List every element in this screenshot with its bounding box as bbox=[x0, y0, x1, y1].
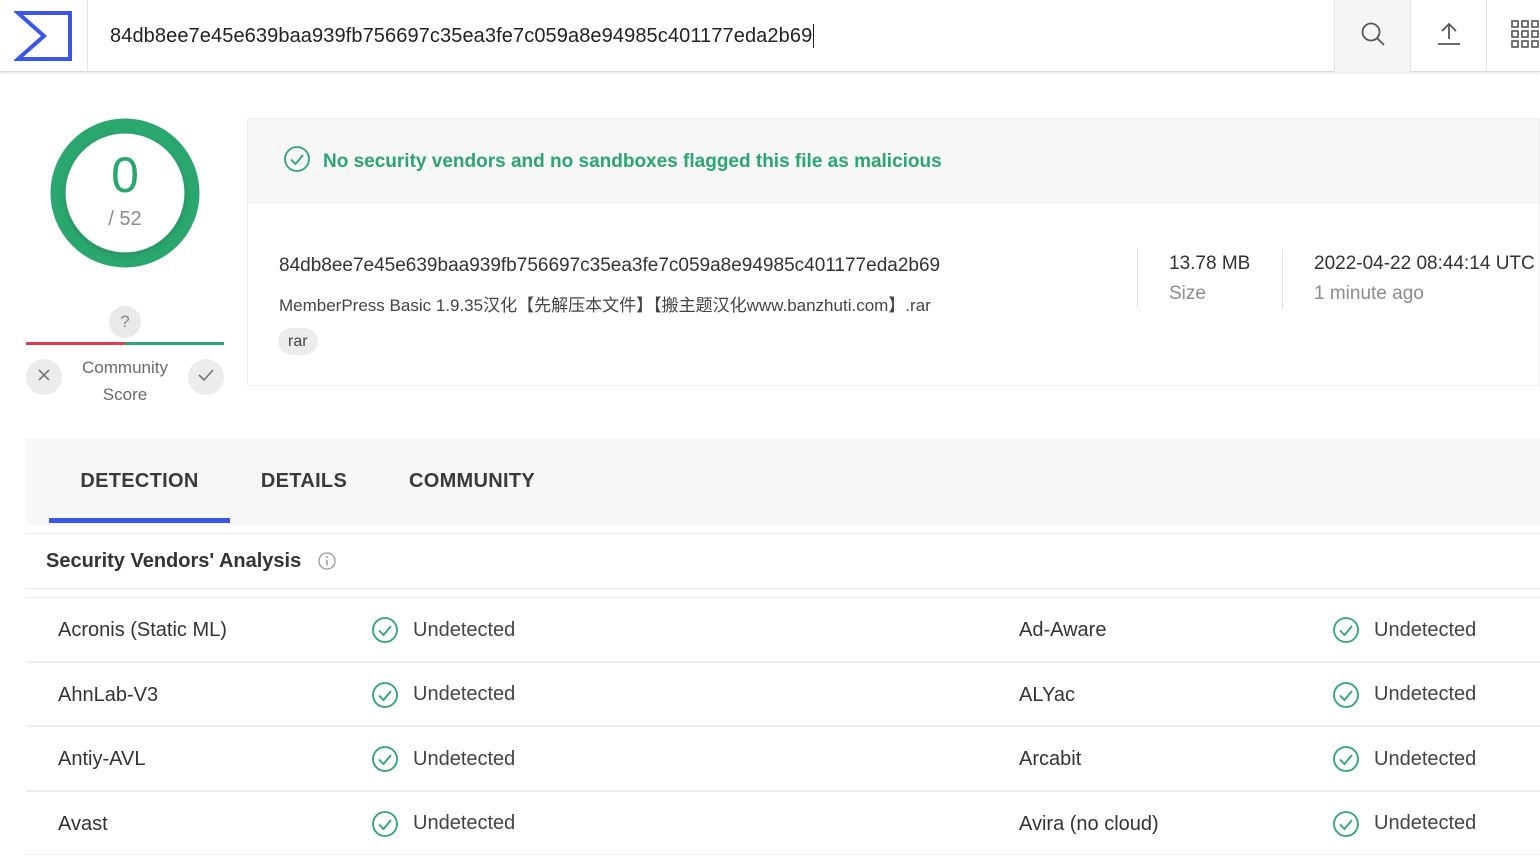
apps-button[interactable] bbox=[1486, 0, 1540, 72]
tab-detection[interactable]: DETECTION bbox=[49, 438, 230, 525]
analysis-date: 2022-04-22 08:44:14 UTC bbox=[1314, 253, 1535, 274]
file-summary-card: No security vendors and no sandboxes fla… bbox=[247, 118, 1540, 386]
detection-total: / 52 bbox=[108, 208, 142, 230]
verdict-text: No security vendors and no sandboxes fla… bbox=[323, 150, 942, 172]
check-circle-icon bbox=[1332, 810, 1360, 838]
vendor-name: Avira (no cloud) bbox=[1019, 812, 1159, 835]
result-text: Undetected bbox=[413, 683, 516, 705]
result-text: Undetected bbox=[1374, 683, 1477, 705]
check-circle-icon bbox=[371, 616, 399, 644]
vendor-result: Undetected bbox=[371, 792, 515, 856]
vote-harmless-button[interactable] bbox=[188, 359, 224, 395]
table-row: Acronis (Static ML) Undetected Ad-Aware … bbox=[26, 597, 1540, 662]
file-size-value: 13.78 MB bbox=[1169, 253, 1251, 274]
vendor-result: Undetected bbox=[1332, 598, 1476, 662]
result-text: Undetected bbox=[413, 812, 516, 834]
detection-count: 0 bbox=[111, 147, 139, 203]
result-text: Undetected bbox=[1374, 618, 1477, 641]
table-row: Avast Undetected Avira (no cloud) Undete… bbox=[26, 790, 1540, 856]
vendor-result: Undetected bbox=[371, 598, 515, 662]
vendor-name: Arcabit bbox=[1019, 748, 1082, 770]
vendor-name: AhnLab-V3 bbox=[58, 683, 159, 706]
table-row: Antiy-AVL Undetected Arcabit Undetected bbox=[26, 726, 1540, 791]
check-circle-icon bbox=[371, 745, 399, 773]
divider bbox=[1137, 249, 1138, 309]
check-circle-icon bbox=[1332, 681, 1360, 709]
table-row: AhnLab-V3 Undetected ALYac Undetected bbox=[26, 661, 1540, 727]
vendor-name: Acronis (Static ML) bbox=[58, 619, 227, 641]
file-type-tag[interactable]: rar bbox=[278, 328, 318, 355]
upload-button[interactable] bbox=[1410, 0, 1486, 72]
result-text: Undetected bbox=[413, 618, 516, 641]
active-tab-indicator bbox=[49, 518, 230, 523]
report-tabs: DETECTION DETAILS COMMUNITY bbox=[26, 438, 1540, 525]
check-circle-icon bbox=[1332, 745, 1360, 773]
upload-icon bbox=[1436, 21, 1462, 52]
section-title: Security Vendors' Analysis bbox=[46, 549, 302, 572]
vote-harmful-button[interactable] bbox=[26, 359, 62, 395]
divider bbox=[1282, 249, 1283, 309]
search-icon bbox=[1360, 21, 1386, 52]
community-score-bar-positive bbox=[125, 342, 224, 345]
check-circle-icon bbox=[1332, 616, 1360, 644]
virustotal-logo-icon[interactable] bbox=[0, 0, 88, 72]
close-icon bbox=[36, 367, 52, 388]
tab-community[interactable]: COMMUNITY bbox=[388, 438, 556, 525]
search-button[interactable] bbox=[1334, 0, 1410, 72]
top-bar: 84db8ee7e45e639baa939fb756697c35ea3fe7c0… bbox=[0, 0, 1540, 72]
vendors-analysis-header: Security Vendors' Analysis bbox=[26, 533, 1540, 589]
tab-details[interactable]: DETAILS bbox=[240, 438, 368, 525]
community-score-value: ? bbox=[109, 306, 141, 338]
community-score: ? Community Score bbox=[26, 300, 226, 410]
vendor-result: Undetected bbox=[1332, 727, 1476, 791]
analysis-relative-time: 1 minute ago bbox=[1314, 283, 1424, 304]
info-icon[interactable] bbox=[317, 551, 337, 571]
vendor-result: Undetected bbox=[1332, 663, 1476, 727]
file-hash: 84db8ee7e45e639baa939fb756697c35ea3fe7c0… bbox=[279, 255, 941, 276]
verdict-banner: No security vendors and no sandboxes fla… bbox=[248, 119, 1539, 204]
text-caret bbox=[813, 24, 815, 48]
search-input[interactable]: 84db8ee7e45e639baa939fb756697c35ea3fe7c0… bbox=[88, 0, 1334, 72]
vendor-result: Undetected bbox=[1332, 792, 1476, 856]
file-size-label: Size bbox=[1169, 283, 1206, 304]
vendors-table: Acronis (Static ML) Undetected Ad-Aware … bbox=[26, 597, 1540, 855]
check-icon bbox=[197, 367, 215, 388]
check-circle-icon bbox=[283, 145, 311, 178]
result-text: Undetected bbox=[413, 747, 516, 770]
vendor-name: Ad-Aware bbox=[1019, 619, 1107, 641]
check-circle-icon bbox=[371, 810, 399, 838]
search-input-value: 84db8ee7e45e639baa939fb756697c35ea3fe7c0… bbox=[110, 24, 813, 47]
vendor-result: Undetected bbox=[371, 727, 515, 791]
vendor-name: ALYac bbox=[1019, 683, 1075, 706]
community-score-label: Community Score bbox=[82, 358, 168, 404]
detection-score: 0 / 52 bbox=[50, 118, 200, 268]
vendor-name: Antiy-AVL bbox=[58, 748, 146, 770]
vendor-name: Avast bbox=[58, 812, 108, 835]
file-name: MemberPress Basic 1.9.35汉化【先解压本文件】【搬主题汉化… bbox=[279, 296, 931, 315]
result-text: Undetected bbox=[1374, 747, 1477, 770]
vendor-result: Undetected bbox=[371, 663, 515, 727]
result-text: Undetected bbox=[1374, 812, 1477, 834]
community-score-bar-negative bbox=[26, 342, 125, 345]
check-circle-icon bbox=[371, 681, 399, 709]
apps-grid-icon bbox=[1510, 19, 1540, 54]
